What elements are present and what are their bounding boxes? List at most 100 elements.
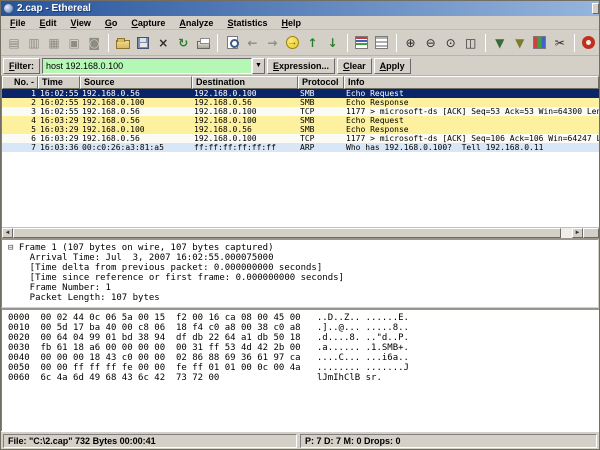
display-filter-icon[interactable]: ▼ — [511, 33, 529, 52]
goto-icon[interactable]: → — [283, 33, 301, 52]
hex-line[interactable]: 0010 00 5d 17 ba 40 00 c8 06 18 f4 c0 a8… — [8, 323, 599, 333]
packet-row[interactable]: 5 16:03:29 192.168.0.100 192.168.0.56 SM… — [2, 125, 599, 134]
reload-icon[interactable]: ↻ — [174, 33, 192, 52]
main-toolbar: ▤ ▥ ▦ ▣ ◙ × ↻ ← → → ↑ ↓ ⊕ ⊖ ⊙ ◫ ▼ ▼ ✂ — [1, 30, 599, 56]
packet-row[interactable]: 3 16:02:55 192.168.0.56 192.168.0.100 TC… — [2, 107, 599, 116]
capture-restart-icon[interactable]: ◙ — [85, 33, 103, 52]
packet-list-empty-area — [2, 152, 599, 227]
hex-line[interactable]: 0020 00 64 04 99 01 bd 38 94 df db 22 64… — [8, 333, 599, 343]
filter-combo: ▼ — [42, 58, 265, 74]
hex-line[interactable]: 0030 fb 61 18 a6 00 00 00 00 00 31 ff 53… — [8, 343, 599, 353]
capture-stop-icon[interactable]: ▣ — [65, 33, 83, 52]
colorize-icon[interactable] — [353, 33, 371, 52]
menu-view[interactable]: View — [64, 18, 98, 28]
column-header-no[interactable]: No. - — [2, 76, 38, 89]
app-icon — [3, 3, 14, 14]
detail-frame-line[interactable]: ⊟ Frame 1 (107 bytes on wire, 107 bytes … — [8, 243, 598, 253]
toolbar-separator — [574, 34, 575, 52]
toolbar-separator — [108, 34, 109, 52]
zoom-100-icon[interactable]: ⊙ — [442, 33, 460, 52]
packet-row[interactable]: 1 16:02:55 192.168.0.56 192.168.0.100 SM… — [2, 89, 599, 98]
help-icon[interactable] — [580, 33, 598, 52]
column-header-destination[interactable]: Destination — [192, 76, 298, 89]
apply-button[interactable]: Apply — [374, 58, 411, 74]
menu-statistics[interactable]: Statistics — [220, 18, 274, 28]
hex-dump-pane[interactable]: 0000 00 02 44 0c 06 5a 00 15 f2 00 16 ca… — [1, 308, 599, 431]
scrollbar-thumb[interactable] — [13, 228, 561, 238]
scroll-left-icon[interactable]: ◄ — [2, 228, 13, 238]
detail-line[interactable]: Arrival Time: Jul 3, 2007 16:02:55.00007… — [8, 253, 598, 263]
cell-info: Echo Response — [344, 98, 599, 107]
hex-line[interactable]: 0000 00 02 44 0c 06 5a 00 15 f2 00 16 ca… — [8, 313, 599, 323]
packet-detail-pane[interactable]: ⊟ Frame 1 (107 bytes on wire, 107 bytes … — [1, 238, 599, 308]
packet-row[interactable]: 7 16:03:36 00:c0:26:a3:81:a5 ff:ff:ff:ff… — [2, 143, 599, 152]
packet-row[interactable]: 2 16:02:55 192.168.0.100 192.168.0.56 SM… — [2, 98, 599, 107]
go-bottom-icon[interactable]: ↓ — [323, 33, 341, 52]
find-icon[interactable] — [223, 33, 241, 52]
zoom-out-icon[interactable]: ⊖ — [422, 33, 440, 52]
scrollbar-track[interactable] — [561, 228, 572, 238]
print-icon[interactable] — [194, 33, 212, 52]
cell-source: 192.168.0.100 — [80, 98, 192, 107]
capture-start-icon[interactable]: ▦ — [45, 33, 63, 52]
detail-line[interactable]: [Time since reference or first frame: 0.… — [8, 273, 598, 283]
cell-info: Who has 192.168.0.100? Tell 192.168.0.11 — [344, 143, 599, 152]
menu-capture[interactable]: Capture — [124, 18, 172, 28]
filter-button[interactable]: Filter: — [3, 58, 40, 74]
menu-go[interactable]: Go — [98, 18, 125, 28]
status-packet-counts: P: 7 D: 7 M: 0 Drops: 0 — [300, 434, 597, 448]
filter-dropdown-icon[interactable]: ▼ — [252, 58, 265, 74]
menu-help[interactable]: Help — [274, 18, 308, 28]
column-header-source[interactable]: Source — [80, 76, 192, 89]
window-control-button[interactable] — [592, 3, 599, 14]
menu-bar: File Edit View Go Capture Analyze Statis… — [1, 16, 599, 30]
title-bar[interactable]: 2.cap - Ethereal — [1, 1, 599, 16]
save-icon[interactable] — [134, 33, 152, 52]
column-header-time[interactable]: Time — [38, 76, 80, 89]
cell-protocol: SMB — [298, 125, 344, 134]
expander-minus-icon[interactable]: ⊟ — [8, 243, 19, 253]
packet-row[interactable]: 4 16:03:29 192.168.0.56 192.168.0.100 SM… — [2, 116, 599, 125]
cell-destination: ff:ff:ff:ff:ff:ff — [192, 143, 298, 152]
expression-button[interactable]: Expression... — [267, 58, 335, 74]
menu-file[interactable]: File — [3, 18, 33, 28]
detail-line[interactable]: Frame Number: 1 — [8, 283, 598, 293]
filter-input[interactable] — [42, 58, 252, 74]
detail-line[interactable]: [Time delta from previous packet: 0.0000… — [8, 263, 598, 273]
cell-source: 192.168.0.56 — [80, 134, 192, 143]
close-icon[interactable]: × — [154, 33, 172, 52]
capture-filter-icon[interactable]: ▼ — [491, 33, 509, 52]
hex-line[interactable]: 0040 00 00 00 18 43 c0 00 00 02 86 88 69… — [8, 353, 599, 363]
menu-edit[interactable]: Edit — [33, 18, 64, 28]
cell-source: 192.168.0.100 — [80, 125, 192, 134]
cell-info: Echo Request — [344, 89, 599, 98]
hex-line[interactable]: 0050 00 00 ff ff ff fe 00 00 fe ff 01 01… — [8, 363, 599, 373]
preferences-icon[interactable]: ✂ — [551, 33, 569, 52]
clear-button[interactable]: Clear — [337, 58, 372, 74]
cell-protocol: SMB — [298, 89, 344, 98]
column-header-info[interactable]: Info — [344, 76, 599, 89]
cell-no: 1 — [2, 89, 38, 98]
open-icon[interactable] — [114, 33, 132, 52]
menu-analyze[interactable]: Analyze — [172, 18, 220, 28]
cell-destination: 192.168.0.100 — [192, 89, 298, 98]
go-top-icon[interactable]: ↑ — [303, 33, 321, 52]
scroll-right-icon[interactable]: ► — [572, 228, 583, 238]
filter-bar: Filter: ▼ Expression... Clear Apply — [1, 56, 599, 76]
packet-list-horizontal-scrollbar[interactable]: ◄ ► — [2, 227, 599, 238]
cell-protocol: SMB — [298, 116, 344, 125]
autoscroll-icon[interactable] — [373, 33, 391, 52]
back-icon[interactable]: ← — [243, 33, 261, 52]
capture-options-icon[interactable]: ▥ — [25, 33, 43, 52]
status-bar: File: "C:\2.cap" 732 Bytes 00:00:41 P: 7… — [1, 431, 599, 449]
zoom-in-icon[interactable]: ⊕ — [402, 33, 420, 52]
coloring-rules-icon[interactable] — [531, 33, 549, 52]
resize-columns-icon[interactable]: ◫ — [462, 33, 480, 52]
detail-line[interactable]: Packet Length: 107 bytes — [8, 293, 598, 303]
hex-line[interactable]: 0060 6c 4a 6d 49 68 43 6c 42 73 72 00 lJ… — [8, 373, 599, 383]
packet-list: No. - Time Source Destination Protocol I… — [1, 76, 599, 238]
forward-icon[interactable]: → — [263, 33, 281, 52]
interfaces-icon[interactable]: ▤ — [5, 33, 23, 52]
packet-row[interactable]: 6 16:03:29 192.168.0.56 192.168.0.100 TC… — [2, 134, 599, 143]
column-header-protocol[interactable]: Protocol — [298, 76, 344, 89]
